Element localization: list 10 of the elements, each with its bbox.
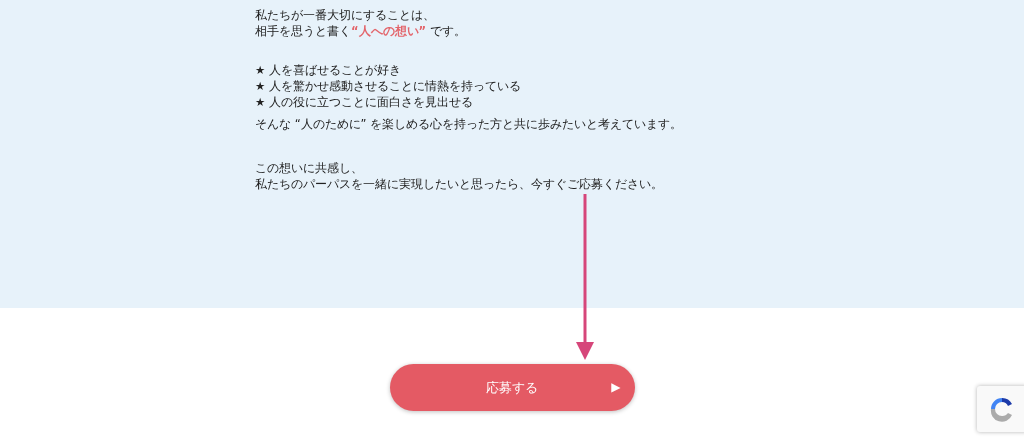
message-text: 私たちのパーパスを一緒に実現したいと思ったら、今すぐご応募ください。 (255, 176, 664, 192)
message-text: 私たちが一番大切にすることは、 (255, 7, 436, 23)
message-text: 相手を思うと書く“人への想い” です。 (255, 23, 467, 39)
list-item: ★ 人を驚かせ感動させることに情熱を持っている (255, 78, 522, 94)
message-text: この想いに共感し、 (255, 160, 364, 176)
message-text: そんな “人のために” を楽しめる心を持った方と共に歩みたいと考えています。 (255, 116, 684, 132)
list-item: ★ 人の役に立つことに面白さを見出せる (255, 94, 474, 110)
list-item: ★ 人を喜ばせることが好き (255, 62, 402, 78)
apply-button[interactable]: 応募する ▶ (389, 364, 635, 411)
play-icon: ▶ (611, 379, 621, 395)
